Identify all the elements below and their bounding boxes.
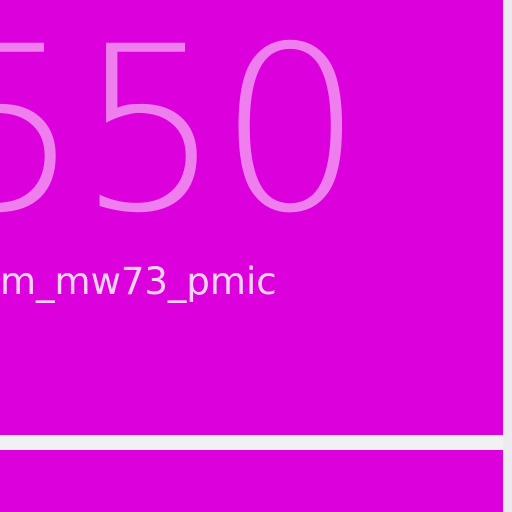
scrollbar-track[interactable] <box>503 0 512 512</box>
sensor-value: 550 <box>0 0 363 263</box>
sensor-tile[interactable]: 550 m_mw73_pmic <box>0 0 503 435</box>
sensor-label: m_mw73_pmic <box>0 260 277 303</box>
sensor-tile-next[interactable] <box>0 450 503 512</box>
